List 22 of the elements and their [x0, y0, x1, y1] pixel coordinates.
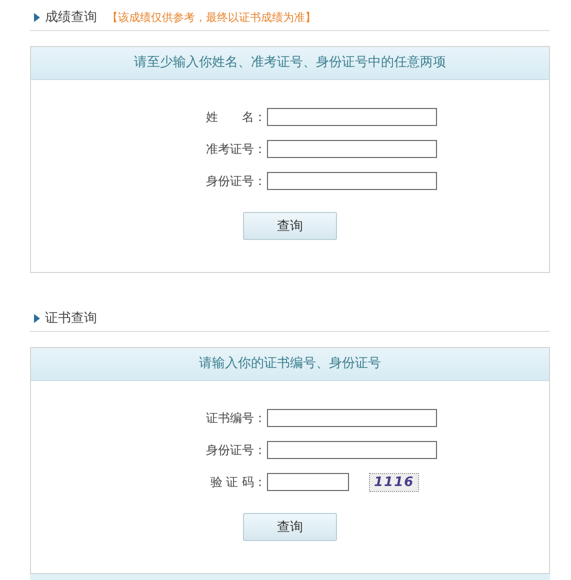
field-label: 姓 名： [205, 108, 266, 126]
section-title: 成绩查询 [45, 9, 97, 26]
input-field[interactable] [267, 441, 437, 459]
query-button[interactable]: 查询 [243, 513, 337, 541]
section-title: 证书查询 [45, 310, 97, 327]
field-label: 证书编号： [205, 410, 266, 426]
section-note: 【该成绩仅供参考，最终以证书成绩为准】 [107, 10, 316, 24]
input-field[interactable] [267, 108, 437, 126]
triangle-icon [34, 12, 40, 22]
captcha-field[interactable] [267, 473, 349, 491]
query-button[interactable]: 查询 [243, 212, 337, 240]
input-field[interactable] [267, 409, 437, 427]
instruction-text: 请输入你的证书编号、身份证号 [31, 348, 549, 381]
triangle-icon [34, 314, 40, 322]
field-label: 身份证号： [205, 172, 266, 190]
input-field[interactable] [267, 140, 437, 158]
instruction-text: 请至少输入你姓名、准考证号、身份证号中的任意两项 [31, 47, 549, 80]
field-label: 验 证 码： [209, 474, 266, 490]
field-label: 身份证号： [205, 442, 266, 458]
captcha-image[interactable]: 1116 [369, 472, 420, 492]
field-label: 准考证号： [205, 140, 266, 158]
input-field[interactable] [267, 172, 437, 190]
